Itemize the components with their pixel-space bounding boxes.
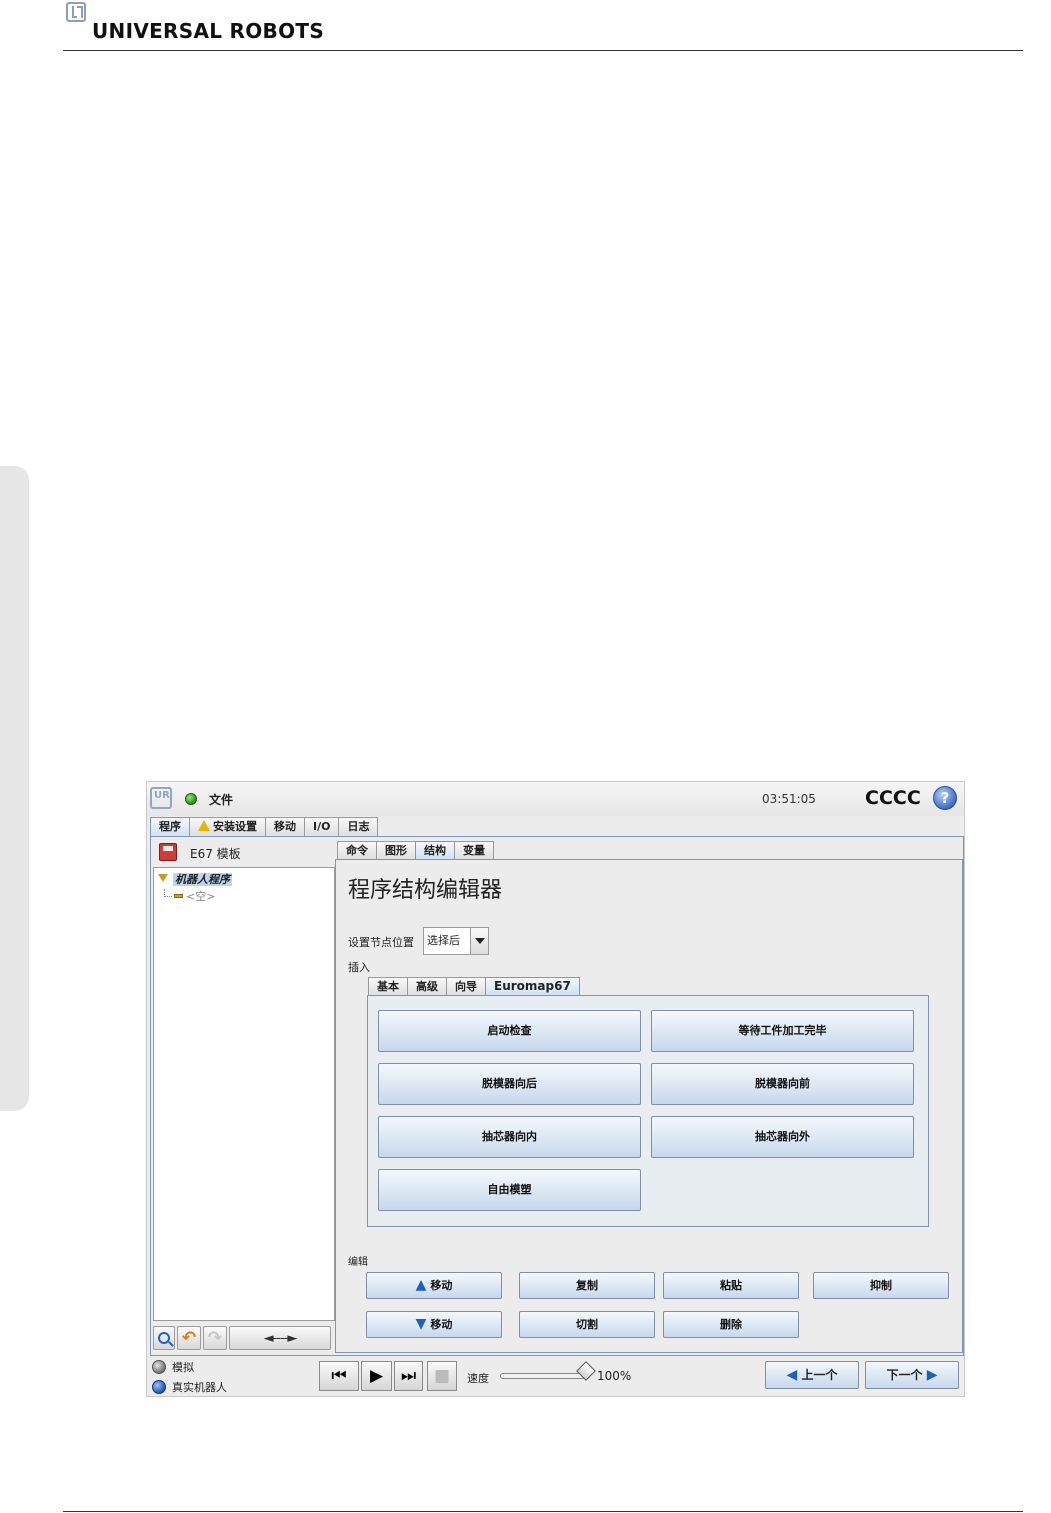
- previous-button[interactable]: ◀ 上一个: [765, 1361, 859, 1389]
- tab-advanced[interactable]: 高级: [407, 977, 447, 996]
- bottom-bar: 模拟 真实机器人 ⏮ ▶ ⏭ ■ 速度 100% ◀ 上一个 下一个 ▶: [147, 1356, 964, 1396]
- core-in-button[interactable]: 抽芯器向内: [378, 1116, 641, 1158]
- stop-icon[interactable]: ■: [427, 1361, 457, 1391]
- tab-installation[interactable]: 安装设置: [189, 817, 266, 837]
- undo-icon: ↶: [181, 1328, 197, 1348]
- simulation-option[interactable]: 模拟: [152, 1359, 194, 1375]
- arrow-up-icon: ▲: [415, 1277, 427, 1293]
- previous-label: 上一个: [801, 1368, 838, 1382]
- delete-button[interactable]: 删除: [663, 1311, 799, 1338]
- skip-back-icon[interactable]: ⏮: [319, 1361, 359, 1391]
- euromap67-panel: 启动检查 等待工件加工完毕 脱模器向后 脱模器向前 抽芯器向内 抽芯器向外 自由…: [367, 995, 929, 1227]
- status-ok-icon: [185, 793, 197, 805]
- real-robot-label: 真实机器人: [172, 1381, 227, 1394]
- suppress-button[interactable]: 抑制: [813, 1272, 949, 1299]
- program-tree-panel: E67 模板 机器人程序 <空> ↶ ↷ ◄----►: [153, 839, 335, 1350]
- warning-icon: [198, 820, 210, 831]
- tab-variables[interactable]: 变量: [454, 841, 494, 860]
- edit-label: 编辑: [348, 1257, 368, 1268]
- tab-euromap67[interactable]: Euromap67: [485, 977, 580, 996]
- tree-empty-node[interactable]: <空>: [164, 888, 215, 904]
- zoom-button[interactable]: [153, 1326, 175, 1350]
- page-title: 程序结构编辑器: [348, 878, 503, 903]
- free-molding-button[interactable]: 自由模塑: [378, 1169, 641, 1211]
- step-icon[interactable]: ⏭: [394, 1361, 423, 1391]
- ejector-back-button[interactable]: 脱模器向后: [378, 1063, 641, 1105]
- clock: 03:51:05: [762, 792, 816, 806]
- wait-part-done-button[interactable]: 等待工件加工完毕: [651, 1010, 914, 1052]
- start-check-button[interactable]: 启动检查: [378, 1010, 641, 1052]
- node-position-value: 选择后: [427, 934, 460, 947]
- tab-graphics[interactable]: 图形: [376, 841, 416, 860]
- move-up-button[interactable]: ▲ 移动: [366, 1272, 502, 1299]
- robot-name: CCCC: [865, 787, 921, 809]
- redo-icon: ↷: [207, 1328, 223, 1348]
- node-position-label: 设置节点位置: [348, 936, 414, 949]
- radio-simulation[interactable]: [152, 1360, 166, 1374]
- tab-command[interactable]: 命令: [337, 841, 377, 860]
- speed-value: 100%: [597, 1369, 632, 1383]
- brand-name: UNIVERSAL ROBOTS: [92, 19, 325, 43]
- cut-button[interactable]: 切割: [519, 1311, 655, 1338]
- tree-root-node[interactable]: 机器人程序: [158, 871, 232, 887]
- undo-button[interactable]: ↶: [177, 1326, 201, 1350]
- tree-empty-label: <空>: [186, 890, 216, 903]
- next-button[interactable]: 下一个 ▶: [865, 1361, 959, 1389]
- speed-label: 速度: [467, 1372, 489, 1385]
- tab-installation-label: 安装设置: [213, 820, 257, 833]
- tab-program[interactable]: 程序: [150, 817, 190, 837]
- save-icon[interactable]: [159, 843, 177, 861]
- radio-real-robot[interactable]: [152, 1380, 166, 1394]
- insert-label: 插入: [348, 961, 370, 974]
- structure-editor: 程序结构编辑器 设置节点位置 选择后 插入 基本 高级 向导 Euromap67…: [335, 859, 963, 1353]
- chevron-down-icon[interactable]: [470, 928, 488, 954]
- core-out-button[interactable]: 抽芯器向外: [651, 1116, 914, 1158]
- polyscope-screenshot: 文件 03:51:05 CCCC ? 程序 安装设置 移动 I/O 日志 E67…: [146, 781, 965, 1397]
- arrow-left-icon: ◀: [786, 1367, 798, 1383]
- main-tabs: 程序 安装设置 移动 I/O 日志: [150, 817, 379, 837]
- ur-logo-icon: [66, 2, 86, 22]
- node-icon: [174, 894, 183, 898]
- expand-arrow-icon[interactable]: [158, 874, 168, 882]
- move-down-button[interactable]: ▼ 移动: [366, 1311, 502, 1338]
- tree-connector: [164, 889, 172, 897]
- next-label: 下一个: [886, 1368, 923, 1382]
- tab-log[interactable]: 日志: [338, 817, 379, 837]
- play-icon[interactable]: ▶: [361, 1361, 392, 1391]
- ur-logo-icon: [150, 787, 172, 809]
- move-node-button[interactable]: ◄----►: [229, 1326, 331, 1350]
- tab-move[interactable]: 移动: [265, 817, 305, 837]
- tab-wizard[interactable]: 向导: [446, 977, 486, 996]
- copy-button[interactable]: 复制: [519, 1272, 655, 1299]
- insert-tabs: 基本 高级 向导 Euromap67: [368, 977, 580, 996]
- simulation-label: 模拟: [172, 1361, 194, 1374]
- tree-root-label: 机器人程序: [173, 873, 232, 886]
- redo-button[interactable]: ↷: [203, 1326, 227, 1350]
- program-name: E67 模板: [190, 847, 241, 861]
- ejector-forward-button[interactable]: 脱模器向前: [651, 1063, 914, 1105]
- help-icon[interactable]: ?: [933, 786, 957, 810]
- speed-slider[interactable]: [500, 1373, 590, 1379]
- arrow-down-icon: ▼: [415, 1316, 427, 1332]
- move-up-label: 移动: [430, 1279, 453, 1292]
- header-rule: [63, 50, 1023, 51]
- tab-io[interactable]: I/O: [304, 817, 340, 837]
- move-down-label: 移动: [430, 1318, 453, 1331]
- zoom-icon: [158, 1332, 170, 1344]
- move-arrows-icon: ◄----►: [263, 1330, 298, 1346]
- real-robot-option[interactable]: 真实机器人: [152, 1379, 227, 1395]
- footer-rule: [63, 1511, 1023, 1512]
- tab-basic[interactable]: 基本: [368, 977, 408, 996]
- program-tree: 机器人程序 <空>: [153, 867, 335, 1321]
- node-position-select[interactable]: 选择后: [423, 927, 489, 955]
- page-side-tab: [0, 466, 29, 1111]
- tree-toolbar: ↶ ↷ ◄----►: [153, 1326, 331, 1352]
- program-tab-content: E67 模板 机器人程序 <空> ↶ ↷ ◄----► 命令 图形 结构 变量 …: [150, 836, 964, 1356]
- paste-button[interactable]: 粘贴: [663, 1272, 799, 1299]
- tab-structure[interactable]: 结构: [415, 841, 455, 860]
- top-bar: 文件 03:51:05 CCCC ?: [147, 782, 964, 816]
- arrow-right-icon: ▶: [926, 1367, 938, 1383]
- program-sub-tabs: 命令 图形 结构 变量: [337, 841, 494, 860]
- file-menu[interactable]: 文件: [209, 791, 233, 808]
